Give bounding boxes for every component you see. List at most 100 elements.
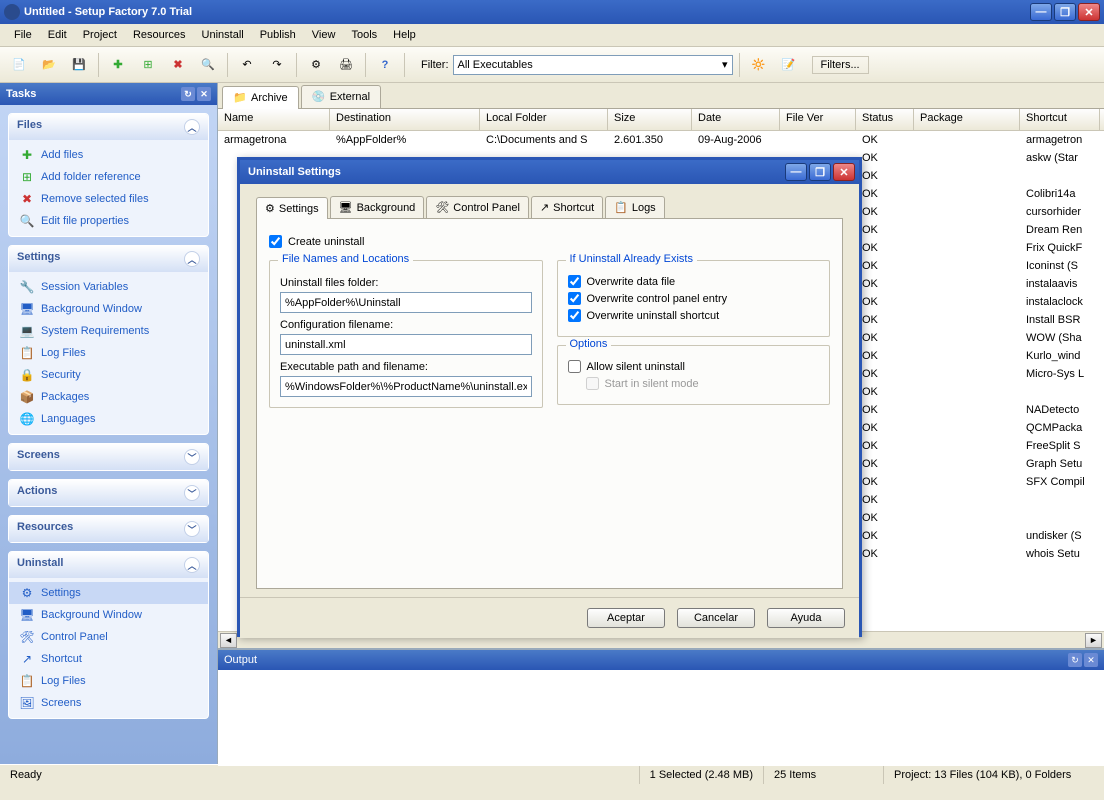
col-name[interactable]: Name	[218, 109, 330, 130]
sidebar-item-log-files[interactable]: 📋Log Files	[9, 342, 208, 364]
save-icon[interactable]: 💾	[66, 52, 92, 78]
filter-clear-icon[interactable]: 🔆	[746, 52, 772, 78]
dialog-close-button[interactable]: ✕	[833, 163, 855, 181]
help-button[interactable]: Ayuda	[767, 608, 845, 628]
ok-button[interactable]: Aceptar	[587, 608, 665, 628]
menu-project[interactable]: Project	[77, 27, 123, 43]
menu-tools[interactable]: Tools	[345, 27, 383, 43]
add-folder-icon[interactable]: ⊞	[135, 52, 161, 78]
overwrite-data-checkbox[interactable]: Overwrite data file	[568, 275, 820, 288]
overwrite-shortcut-checkbox[interactable]: Overwrite uninstall shortcut	[568, 309, 820, 322]
maximize-button[interactable]: ❐	[1054, 3, 1076, 21]
tasks-header: Tasks ↻✕	[0, 83, 217, 105]
sidebar-item-uninstall-logs[interactable]: 📋Log Files	[9, 670, 208, 692]
expand-icon[interactable]: ﹀	[184, 449, 200, 465]
scroll-right-icon[interactable]: ►	[1085, 633, 1102, 648]
panel-resources-header[interactable]: Resources﹀	[9, 516, 208, 542]
menu-help[interactable]: Help	[387, 27, 422, 43]
panel-files: Files︿ ✚Add files ⊞Add folder reference …	[8, 113, 209, 237]
sidebar-item-bg-window[interactable]: 🖥Background Window	[9, 298, 208, 320]
new-project-icon[interactable]: 📄	[6, 52, 32, 78]
uninstall-folder-input[interactable]	[280, 292, 532, 313]
tasks-close-icon[interactable]: ✕	[197, 87, 211, 101]
sidebar-item-session-vars[interactable]: 🔧Session Variables	[9, 276, 208, 298]
dialog-maximize-button[interactable]: ❐	[809, 163, 831, 181]
scroll-left-icon[interactable]: ◄	[220, 633, 237, 648]
tab-background[interactable]: 🖥Background	[330, 196, 425, 218]
delete-icon[interactable]: ✖	[165, 52, 191, 78]
col-shortcut[interactable]: Shortcut	[1020, 109, 1100, 130]
sidebar-item-uninstall-screens[interactable]: 🖼Screens	[9, 692, 208, 714]
menu-publish[interactable]: Publish	[254, 27, 302, 43]
filters-button[interactable]: Filters...	[812, 56, 869, 74]
menu-uninstall[interactable]: Uninstall	[196, 27, 250, 43]
collapse-icon[interactable]: ︿	[184, 557, 200, 573]
tab-logs[interactable]: 📋Logs	[605, 196, 665, 218]
panel-uninstall-header[interactable]: Uninstall︿	[9, 552, 208, 578]
expand-icon[interactable]: ﹀	[184, 485, 200, 501]
menu-file[interactable]: File	[8, 27, 38, 43]
collapse-icon[interactable]: ︿	[184, 119, 200, 135]
panel-actions-header[interactable]: Actions﹀	[9, 480, 208, 506]
undo-icon[interactable]: ↶	[234, 52, 260, 78]
publish-icon[interactable]: 🖨	[333, 52, 359, 78]
tab-archive[interactable]: 📁Archive	[222, 86, 299, 109]
collapse-icon[interactable]: ︿	[184, 251, 200, 267]
tab-settings[interactable]: ⚙Settings	[256, 197, 328, 219]
allow-silent-checkbox[interactable]: Allow silent uninstall	[568, 360, 820, 373]
sidebar-item-uninstall-cp[interactable]: 🛠Control Panel	[9, 626, 208, 648]
output-refresh-icon[interactable]: ↻	[1068, 653, 1082, 667]
sidebar-item-sys-req[interactable]: 💻System Requirements	[9, 320, 208, 342]
sidebar-item-languages[interactable]: 🌐Languages	[9, 408, 208, 430]
gear-icon: ⚙	[19, 585, 35, 601]
build-icon[interactable]: ⚙	[303, 52, 329, 78]
col-destination[interactable]: Destination	[330, 109, 480, 130]
open-icon[interactable]: 📂	[36, 52, 62, 78]
redo-icon[interactable]: ↷	[264, 52, 290, 78]
col-status[interactable]: Status	[856, 109, 914, 130]
sidebar-item-edit-props[interactable]: 🔍Edit file properties	[9, 210, 208, 232]
search-icon[interactable]: 🔍	[195, 52, 221, 78]
if-exists-title: If Uninstall Already Exists	[566, 253, 698, 265]
tab-external[interactable]: 💿External	[301, 85, 381, 108]
exe-path-input[interactable]	[280, 376, 532, 397]
menu-resources[interactable]: Resources	[127, 27, 192, 43]
sidebar-item-packages[interactable]: 📦Packages	[9, 386, 208, 408]
filter-select[interactable]: All Executables ▾	[453, 55, 733, 75]
panel-screens-header[interactable]: Screens﹀	[9, 444, 208, 470]
tab-shortcut[interactable]: ↗Shortcut	[531, 196, 603, 218]
cancel-button[interactable]: Cancelar	[677, 608, 755, 628]
add-icon[interactable]: ✚	[105, 52, 131, 78]
sidebar-item-uninstall-shortcut[interactable]: ↗Shortcut	[9, 648, 208, 670]
sidebar-item-uninstall-settings[interactable]: ⚙Settings	[9, 582, 208, 604]
menu-edit[interactable]: Edit	[42, 27, 73, 43]
minimize-button[interactable]: —	[1030, 3, 1052, 21]
config-filename-input[interactable]	[280, 334, 532, 355]
menu-view[interactable]: View	[306, 27, 342, 43]
col-package[interactable]: Package	[914, 109, 1020, 130]
panel-settings-header[interactable]: Settings︿	[9, 246, 208, 272]
col-date[interactable]: Date	[692, 109, 780, 130]
col-local-folder[interactable]: Local Folder	[480, 109, 608, 130]
help-icon[interactable]: ?	[372, 52, 398, 78]
window-icon: 🖥	[19, 301, 35, 317]
tasks-refresh-icon[interactable]: ↻	[181, 87, 195, 101]
sidebar-item-security[interactable]: 🔒Security	[9, 364, 208, 386]
tab-control-panel[interactable]: 🛠Control Panel	[426, 196, 529, 218]
sidebar-item-remove-files[interactable]: ✖Remove selected files	[9, 188, 208, 210]
panel-files-header[interactable]: Files︿	[9, 114, 208, 140]
sidebar-item-uninstall-bg[interactable]: 🖥Background Window	[9, 604, 208, 626]
sidebar-item-add-files[interactable]: ✚Add files	[9, 144, 208, 166]
table-row[interactable]: armagetrona%AppFolder%C:\Documents and S…	[218, 131, 1104, 149]
overwrite-cp-checkbox[interactable]: Overwrite control panel entry	[568, 292, 820, 305]
output-close-icon[interactable]: ✕	[1084, 653, 1098, 667]
statusbar: Ready 1 Selected (2.48 MB) 25 Items Proj…	[0, 764, 1104, 784]
col-file-ver[interactable]: File Ver	[780, 109, 856, 130]
close-button[interactable]: ✕	[1078, 3, 1100, 21]
sidebar-item-add-folder[interactable]: ⊞Add folder reference	[9, 166, 208, 188]
col-size[interactable]: Size	[608, 109, 692, 130]
expand-icon[interactable]: ﹀	[184, 521, 200, 537]
filter-edit-icon[interactable]: 📝	[776, 52, 802, 78]
create-uninstall-checkbox[interactable]: Create uninstall	[269, 235, 830, 248]
dialog-minimize-button[interactable]: —	[785, 163, 807, 181]
